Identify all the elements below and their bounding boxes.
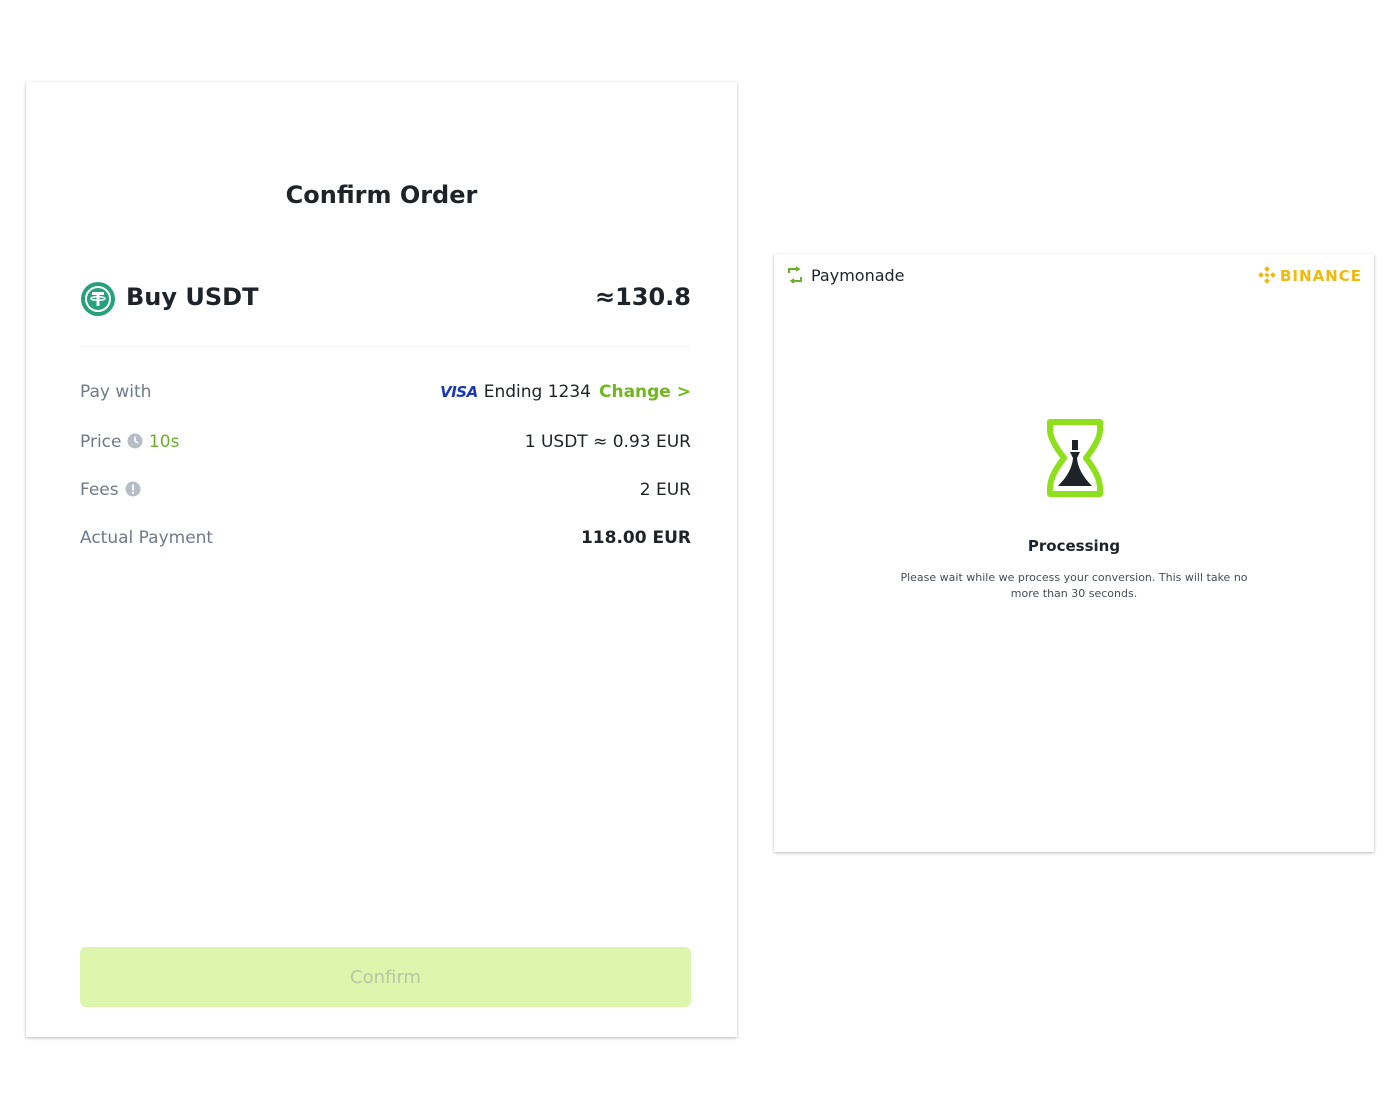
paymonade-logo-icon: [788, 266, 802, 284]
fees-label-group: Fees: [80, 480, 141, 502]
pay-with-value: VISA Ending 1234 Change >: [440, 382, 691, 402]
actual-payment-row: Actual Payment 118.00 EUR: [80, 528, 691, 552]
pay-with-label: Pay with: [80, 382, 152, 402]
visa-logo: VISA: [440, 383, 478, 401]
price-label-group: Price 10s: [80, 432, 179, 454]
actual-payment-label: Actual Payment: [80, 528, 214, 548]
price-value: 1 USDT ≈ 0.93 EUR: [524, 432, 691, 452]
fees-value: 2 EUR: [639, 480, 691, 500]
price-row: Price 10s 1 USDT ≈ 0.93 EUR: [80, 432, 691, 456]
buy-summary: Buy USDT ≈130.8: [80, 281, 691, 317]
binance-logo: BINANCE: [1258, 266, 1362, 288]
divider: [80, 346, 691, 347]
binance-logo-icon: [1258, 266, 1276, 284]
fees-label: Fees: [80, 480, 119, 500]
buy-amount: ≈130.8: [594, 283, 691, 311]
card-ending: Ending 1234: [483, 382, 591, 402]
pay-with-row: Pay with VISA Ending 1234 Change >: [80, 382, 691, 406]
fees-row: Fees 2 EUR: [80, 480, 691, 504]
change-payment-link[interactable]: Change >: [599, 382, 691, 402]
hourglass-icon: [1042, 418, 1108, 502]
confirm-button[interactable]: Confirm: [80, 947, 691, 1007]
tether-icon: [80, 281, 116, 317]
processing-message: Please wait while we process your conver…: [900, 571, 1248, 600]
info-icon[interactable]: [125, 481, 141, 502]
actual-payment-value: 118.00 EUR: [580, 528, 691, 548]
price-label: Price: [80, 432, 122, 452]
price-timer: 10s: [148, 432, 180, 452]
clock-icon: [127, 433, 143, 454]
processing-title: Processing: [1027, 537, 1121, 555]
confirm-order-panel: Confirm Order Buy USDT ≈130.8 Pay with V…: [26, 82, 737, 1037]
processing-panel: Paymonade BINANCE Processing Please wait…: [774, 254, 1374, 852]
buy-asset-label: Buy USDT: [126, 283, 259, 311]
page-title: Confirm Order: [285, 181, 478, 209]
partner-name: BINANCE: [1280, 267, 1362, 285]
brand-name: Paymonade: [811, 266, 905, 285]
